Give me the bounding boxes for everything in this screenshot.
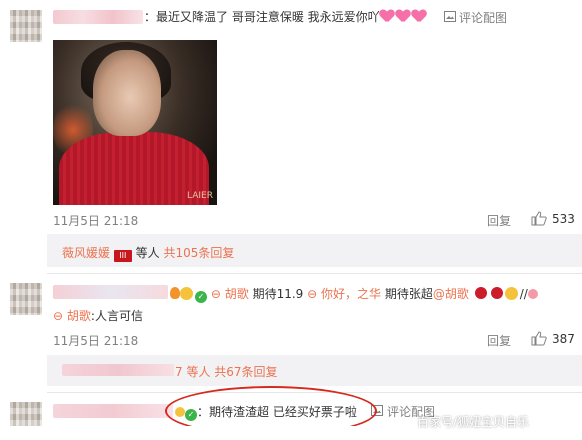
reply-button[interactable]: 回复 <box>487 212 511 229</box>
like-count: 387 <box>552 332 575 346</box>
comment-body: 期待11.9 <box>252 287 304 301</box>
repost-separator: // <box>519 287 528 301</box>
reply-user[interactable]: 薇风媛媛 <box>62 246 110 260</box>
avatar[interactable] <box>10 10 42 42</box>
comment-body: ：最近又降温了 哥哥注意保暖 我永远爱你吖 <box>144 10 380 24</box>
mention-link[interactable]: @胡歌 <box>433 287 469 301</box>
username-blurred[interactable] <box>53 10 143 24</box>
rose-icon <box>474 287 487 299</box>
rose-icon <box>490 287 503 299</box>
mention-link[interactable]: ⊖ 胡歌 <box>211 287 249 301</box>
username-blurred[interactable] <box>53 404 173 418</box>
avatar-mini <box>527 289 538 299</box>
reply-users[interactable]: 7 等人 <box>175 365 210 379</box>
comment-body: :人言可信 <box>90 309 143 323</box>
username-blurred[interactable] <box>53 285 168 299</box>
comment-photo[interactable]: LAIER <box>53 40 217 205</box>
reply-summary-text: 薇风媛媛 III 等人 共105条回复 <box>62 244 234 262</box>
link-icon: ⊖ <box>307 287 318 301</box>
comment-text: ✓ ⊖ 胡歌 期待11.9 ⊖ 你好，之华 期待张超@胡歌 // <box>170 285 538 303</box>
comment-text-line2: ⊖ 胡歌:人言可信 <box>53 307 143 324</box>
link-icon: ⊖ <box>210 287 221 301</box>
reply-users-blurred[interactable] <box>62 364 174 376</box>
comment-time: 11月5日 21:18 <box>53 214 139 228</box>
reply-button[interactable]: 回复 <box>487 332 511 349</box>
mention-link[interactable]: ⊖ 胡歌 <box>53 309 91 323</box>
image-icon[interactable] <box>444 11 456 22</box>
like-count: 533 <box>552 212 575 226</box>
topic-link[interactable]: ⊖ 你好，之华 <box>307 287 381 301</box>
fire-emoji-icon <box>170 287 180 299</box>
watermark: 百家号/狐妞宝贝自乐 <box>417 415 530 429</box>
mention-name[interactable]: 胡歌 <box>225 287 249 301</box>
more-replies-link[interactable]: 共105条回复 <box>164 246 235 260</box>
review-image-link[interactable]: 评论配图 <box>459 9 507 26</box>
more-replies-link[interactable]: 共67条回复 <box>214 365 277 379</box>
laugh-emoji-icon <box>180 287 193 300</box>
mention-name[interactable]: 胡歌 <box>67 309 91 323</box>
comment-text: ：最近又降温了 哥哥注意保暖 我永远爱你吖 <box>144 8 428 25</box>
kiss-emoji-icon <box>504 287 518 300</box>
photo-watermark: LAIER <box>187 191 213 201</box>
thumbs-up-icon[interactable] <box>531 331 547 346</box>
topic-name[interactable]: 你好，之华 <box>321 287 381 301</box>
green-badge-icon: ✓ <box>195 291 207 303</box>
comment-body: 期待张超 <box>384 287 433 301</box>
heart-emoji-icon <box>380 10 428 24</box>
thumbs-up-icon[interactable] <box>531 211 547 226</box>
member-badge-icon: III <box>113 250 132 262</box>
comment-time: 11月5日 21:18 <box>53 334 139 348</box>
link-icon: ⊖ <box>53 309 64 323</box>
avatar[interactable] <box>10 283 42 315</box>
reply-summary-text: 7 等人 共67条回复 <box>175 363 278 380</box>
reply-mid-text: 等人 <box>135 246 160 260</box>
